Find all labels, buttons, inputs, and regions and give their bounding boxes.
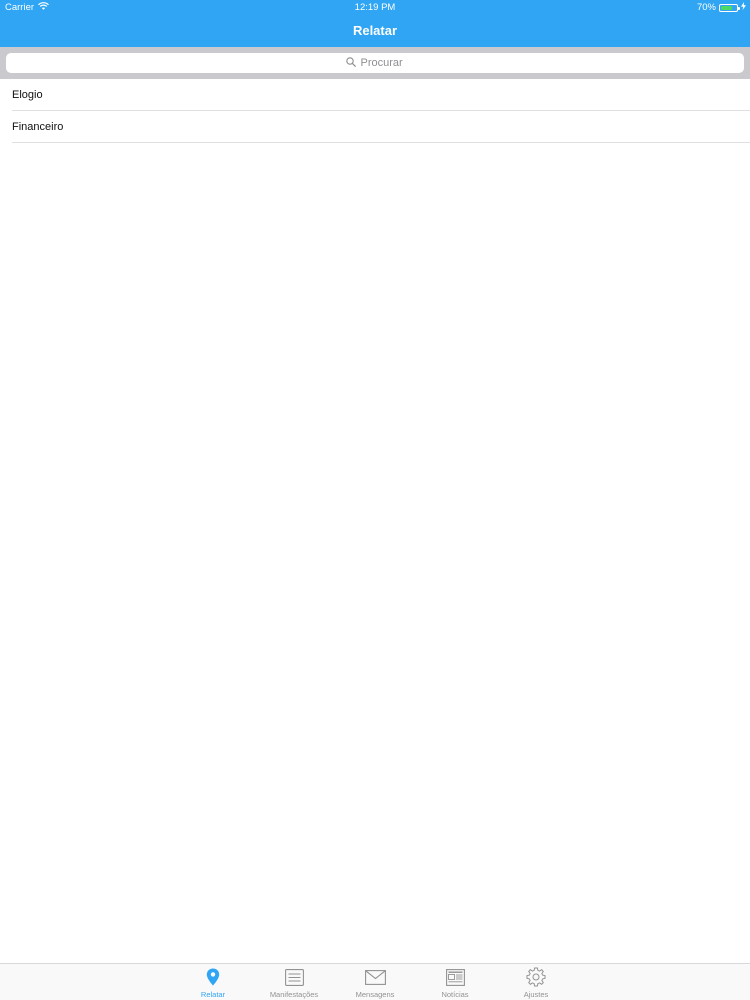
battery-percentage: 70% [696,2,716,13]
tab-label: Manifestações [269,990,319,999]
tab-label: Ajustes [523,990,549,999]
tab-label: Relatar [200,990,226,999]
battery-fill [721,5,732,10]
tab-mensagens[interactable]: Mensagens [335,967,415,999]
location-pin-icon [206,967,220,987]
search-box[interactable] [6,53,744,73]
tab-noticias[interactable]: Notícias [415,967,495,999]
tab-manifestacoes[interactable]: Manifestações [254,967,334,999]
navigation-header: Carrier 12:19 PM 70% Relatar [0,0,750,47]
status-bar: Carrier 12:19 PM 70% [0,0,750,15]
tab-label: Mensagens [355,990,395,999]
newspaper-icon [445,967,465,987]
list-icon [284,967,304,987]
page-title: Relatar [352,23,398,38]
search-input[interactable] [360,57,405,69]
tab-ajustes[interactable]: Ajustes [496,967,576,999]
status-right: 70% [697,2,746,13]
status-time: 12:19 PM [354,2,396,13]
list-item-label: Elogio [12,88,43,101]
search-bar-container [0,47,750,79]
envelope-icon [364,967,386,987]
list-item-financeiro[interactable]: Financeiro [12,111,750,143]
tab-bar: Relatar Manifestações Mensagens Notícias… [0,963,750,1000]
list-item-label: Financeiro [12,120,64,133]
list-item-elogio[interactable]: Elogio [12,79,750,111]
category-list: Elogio Financeiro [0,79,750,143]
gear-icon [526,967,546,987]
tab-relatar[interactable]: Relatar [173,967,253,999]
charging-bolt-icon [741,2,746,13]
battery-icon [719,3,740,12]
search-icon [345,56,356,70]
tab-label: Notícias [441,990,469,999]
